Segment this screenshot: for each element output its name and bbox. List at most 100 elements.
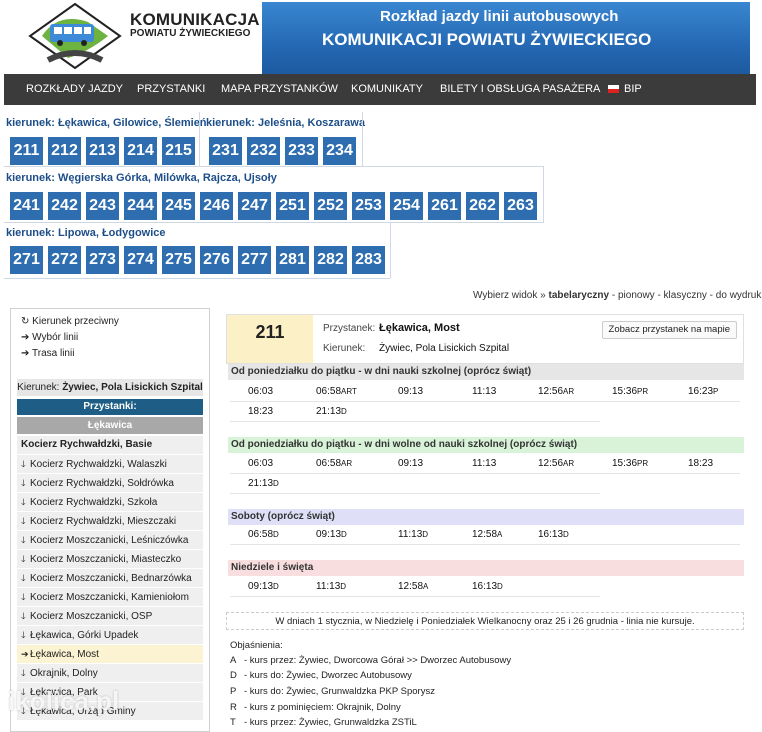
line-button-251[interactable]: 251 <box>276 192 309 220</box>
nav-item-mapa[interactable]: MAPA PRZYSTANKÓW <box>221 74 338 105</box>
line-button-271[interactable]: 271 <box>10 246 43 274</box>
group-divider <box>199 112 200 166</box>
link-label: Kierunek przeciwny <box>32 316 119 327</box>
line-button-263[interactable]: 263 <box>504 192 537 220</box>
legend-item: D - kurs do: Żywiec, Dworzec Autobusowy <box>230 670 412 681</box>
stop-name: Łękawica, Most <box>379 322 460 334</box>
group-title-lipowa: kierunek: Lipowa, Łodygowice <box>6 227 166 239</box>
legend-code: D <box>230 670 237 681</box>
stop-label: Kocierz Moszczanicki, Leśniczówka <box>30 535 189 546</box>
stop-item-current[interactable]: ➔Łękawica, Most <box>17 645 203 663</box>
stop-item[interactable]: 🡓 Kocierz Rychwałdzki, Szkoła <box>17 493 203 511</box>
row-divider <box>230 544 740 545</box>
group-divider <box>390 222 391 278</box>
departure-time: 06:58AR <box>316 458 353 469</box>
legend-title: Objaśnienia: <box>230 640 283 651</box>
line-button-231[interactable]: 231 <box>209 137 242 165</box>
line-button-244[interactable]: 244 <box>124 192 157 220</box>
link-kierunek-przeciwny[interactable]: ↻ Kierunek przeciwny <box>21 316 119 327</box>
stop-item[interactable]: 🡓 Kocierz Moszczanicki, Leśniczówka <box>17 531 203 549</box>
banner-line2: KOMUNIKACJI POWIATU ŻYWIECKIEGO <box>322 30 652 49</box>
line-button-277[interactable]: 277 <box>238 246 271 274</box>
departure-time: 12:58A <box>398 581 429 592</box>
legend-code: P <box>230 686 237 697</box>
stop-label: Łękawica, Most <box>30 649 99 660</box>
direction-label: Kierunek: <box>323 343 366 354</box>
link-label: Trasa linii <box>32 348 75 359</box>
legend-text: - kurs do: Żywiec, Grunwaldzka PKP Spory… <box>244 686 435 697</box>
departure-time: 09:13D <box>316 529 347 540</box>
line-button-247[interactable]: 247 <box>238 192 271 220</box>
stop-item[interactable]: 🡓 Okrajnik, Dolny <box>17 664 203 682</box>
line-button-213[interactable]: 213 <box>86 137 119 165</box>
stop-label: Łękawica, Górki Upadek <box>30 630 139 641</box>
line-button-215[interactable]: 215 <box>162 137 195 165</box>
site-header: KOMUNIKACJA POWIATU ŻYWIECKIEGO Rozkład … <box>0 0 762 74</box>
line-button-233[interactable]: 233 <box>285 137 318 165</box>
arrow-down-icon: 🡓 <box>21 535 26 545</box>
arrow-down-icon: 🡓 <box>21 516 26 526</box>
stop-item[interactable]: 🡓 Kocierz Moszczanicki, Miasteczko <box>17 550 203 568</box>
view-options-rest[interactable]: - pionowy - klasyczny - do wydruku » <box>609 290 762 301</box>
line-number: 211 <box>227 315 313 363</box>
line-button-245[interactable]: 245 <box>162 192 195 220</box>
departure-time: 06:58D <box>248 529 279 540</box>
stop-item[interactable]: 🡓 Kocierz Rychwałdzki, Walaszki <box>17 455 203 473</box>
stop-label: Kocierz Rychwałdzki, Mieszczaki <box>30 516 177 527</box>
stop-label: Przystanek: <box>323 323 376 334</box>
stop-label: Kocierz Moszczanicki, Kamieniołom <box>30 592 189 603</box>
nav-item-komunikaty[interactable]: KOMUNIKATY <box>351 74 423 105</box>
logo[interactable] <box>28 2 122 70</box>
line-button-253[interactable]: 253 <box>352 192 385 220</box>
show-on-map-button[interactable]: Zobacz przystanek na mapie <box>601 321 737 339</box>
group-title-wegierska: kierunek: Węgierska Górka, Milówka, Rajc… <box>6 172 277 184</box>
line-button-273[interactable]: 273 <box>86 246 119 274</box>
departure-time: 12:56AR <box>538 386 575 397</box>
line-button-283[interactable]: 283 <box>352 246 385 274</box>
line-button-252[interactable]: 252 <box>314 192 347 220</box>
line-button-282[interactable]: 282 <box>314 246 347 274</box>
line-button-232[interactable]: 232 <box>247 137 280 165</box>
line-button-275[interactable]: 275 <box>162 246 195 274</box>
stop-item[interactable]: 🡓 Kocierz Rychwałdzki, Mieszczaki <box>17 512 203 530</box>
link-trasa-linii[interactable]: ➔ Trasa linii <box>21 348 74 359</box>
group-title-jelesnia: kierunek: Jeleśnia, Koszarawa <box>206 117 365 129</box>
line-button-241[interactable]: 241 <box>10 192 43 220</box>
line-button-242[interactable]: 242 <box>48 192 81 220</box>
line-button-243[interactable]: 243 <box>86 192 119 220</box>
line-button-261[interactable]: 261 <box>428 192 461 220</box>
nav-item-bip[interactable]: BIP <box>608 74 642 105</box>
nav-item-rozklady[interactable]: ROZKŁADY JAZDY <box>26 74 123 105</box>
line-button-276[interactable]: 276 <box>200 246 233 274</box>
line-button-212[interactable]: 212 <box>48 137 81 165</box>
line-button-274[interactable]: 274 <box>124 246 157 274</box>
line-button-272[interactable]: 272 <box>48 246 81 274</box>
row-divider <box>230 421 600 422</box>
direction-value: Żywiec, Pola Lisickich Szpital <box>62 382 203 393</box>
banner-line1: Rozkład jazdy linii autobusowych <box>380 8 619 25</box>
line-button-281[interactable]: 281 <box>276 246 309 274</box>
line-button-262[interactable]: 262 <box>466 192 499 220</box>
row-divider <box>230 596 600 597</box>
link-wybor-linii[interactable]: ➔ Wybór linii <box>21 332 78 343</box>
stop-item[interactable]: 🡓 Kocierz Rychwałdzki, Sołdrówka <box>17 474 203 492</box>
line-button-246[interactable]: 246 <box>200 192 233 220</box>
line-button-254[interactable]: 254 <box>390 192 423 220</box>
stop-label: Okrajnik, Dolny <box>30 668 98 679</box>
stop-item[interactable]: 🡓 Kocierz Moszczanicki, Kamieniołom <box>17 588 203 606</box>
line-button-234[interactable]: 234 <box>323 137 356 165</box>
view-option-tabelaryczny[interactable]: tabelaryczny <box>549 290 610 301</box>
arrow-right-icon: ➔ <box>21 348 30 359</box>
direction-value: Żywiec, Pola Lisickich Szpital <box>379 343 510 354</box>
nav-item-przystanki[interactable]: PRZYSTANKI <box>137 74 205 105</box>
nav-item-bilety[interactable]: BILETY I OBSŁUGA PASAŻERA <box>440 74 600 105</box>
line-button-214[interactable]: 214 <box>124 137 157 165</box>
stop-item[interactable]: Kocierz Rychwałdzki, Basie <box>17 436 203 454</box>
stop-item[interactable]: 🡓 Łękawica, Górki Upadek <box>17 626 203 644</box>
line-button-211[interactable]: 211 <box>10 137 43 165</box>
group-divider <box>4 278 390 279</box>
stop-item[interactable]: 🡓 Kocierz Moszczanicki, OSP <box>17 607 203 625</box>
sidebar-direction: Kierunek: Żywiec, Pola Lisickich Szpital <box>17 379 203 396</box>
departure-time: 21:13D <box>316 406 347 417</box>
stop-item[interactable]: 🡓 Kocierz Moszczanicki, Bednarzówka <box>17 569 203 587</box>
